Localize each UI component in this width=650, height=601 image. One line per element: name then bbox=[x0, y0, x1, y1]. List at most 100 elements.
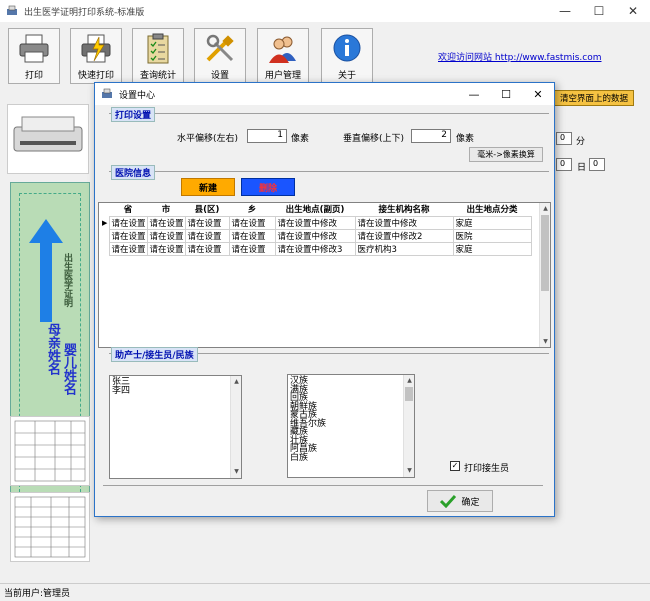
horizontal-offset-label: 水平偏移(左右) bbox=[177, 134, 239, 144]
list-item[interactable]: 汉族 bbox=[290, 377, 412, 386]
grid-scrollbar[interactable]: ▲ ▼ bbox=[539, 203, 550, 347]
list-item[interactable]: 阿昌族 bbox=[290, 445, 412, 454]
vertical-offset-input[interactable]: 2 bbox=[411, 129, 451, 143]
up-arrow-icon bbox=[29, 219, 63, 243]
table-cell[interactable]: 家庭 bbox=[452, 241, 532, 256]
table-cell[interactable]: 请在设置 bbox=[108, 228, 148, 243]
col-institution[interactable]: 接生机构名称 bbox=[355, 203, 453, 216]
table-cell[interactable]: 请在设置 bbox=[146, 215, 186, 230]
hospital-grid[interactable]: 省 市 县(区) 乡 出生地点(副页) 接生机构名称 出生地点分类 ▶ 请在设置… bbox=[98, 202, 551, 348]
settings-dialog: 设置中心 — ☐ ✕ 打印设置 水平偏移(左右) 1 像素 垂直偏移(上下) 2… bbox=[94, 82, 555, 517]
clear-data-button[interactable]: 清空界面上的数据 bbox=[554, 90, 634, 106]
table-cell[interactable]: 请在设置 bbox=[228, 215, 276, 230]
list-item[interactable]: 张三 bbox=[112, 378, 239, 387]
close-button[interactable]: ✕ bbox=[616, 0, 650, 22]
print-button[interactable]: 打印 bbox=[8, 28, 60, 84]
dialog-maximize-button[interactable]: ☐ bbox=[490, 83, 522, 105]
extra-field[interactable]: 0 bbox=[589, 158, 605, 171]
table-cell[interactable]: 请在设置 bbox=[228, 228, 276, 243]
website-link[interactable]: 欢迎访问网站 http://www.fastmis.com bbox=[438, 50, 602, 63]
scroll-up-icon[interactable]: ▲ bbox=[540, 205, 550, 212]
minimize-button[interactable]: — bbox=[548, 0, 582, 22]
print-settings-group: 打印设置 bbox=[109, 107, 549, 122]
preview-strip: 出生医学证明 婴儿姓名 母亲姓名 bbox=[4, 104, 90, 564]
table-cell[interactable]: 请在设置 bbox=[184, 241, 230, 256]
table-cell[interactable]: 请在设置 bbox=[228, 241, 276, 256]
list-item[interactable]: 满族 bbox=[290, 385, 412, 395]
status-bar: 当前用户:管理员 bbox=[0, 583, 650, 601]
printer-icon bbox=[19, 34, 49, 63]
midwife-group: 助产士/接生员/民族 bbox=[109, 347, 549, 362]
col-birthplace[interactable]: 出生地点(副页) bbox=[275, 203, 355, 216]
table-cell[interactable]: 请在设置中修改3 bbox=[274, 241, 356, 256]
query-stats-label: 查询统计 bbox=[139, 71, 176, 81]
dialog-minimize-button[interactable]: — bbox=[458, 83, 490, 105]
scroll-up-icon[interactable]: ▲ bbox=[404, 377, 414, 386]
dialog-close-button[interactable]: ✕ bbox=[522, 83, 554, 105]
scrollbar-thumb[interactable] bbox=[405, 387, 413, 401]
col-county[interactable]: 县(区) bbox=[185, 203, 229, 216]
dot-matrix-printer-icon bbox=[13, 116, 83, 152]
query-stats-button[interactable]: 查询统计 bbox=[132, 28, 184, 84]
table-cell[interactable]: 请在设置中修改 bbox=[274, 228, 356, 243]
col-province[interactable]: 省 bbox=[109, 203, 147, 216]
table-cell[interactable]: 请在设置中修改2 bbox=[354, 228, 454, 243]
print-midwife-checkbox[interactable]: ✓ bbox=[450, 461, 460, 471]
table-row[interactable]: 请在设置 请在设置 请在设置 请在设置 请在设置中修改 请在设置中修改2 医院 bbox=[99, 228, 532, 243]
table-row[interactable]: 请在设置 请在设置 请在设置 请在设置 请在设置中修改3 医疗机构3 家庭 bbox=[99, 241, 532, 256]
mm-to-pixel-button[interactable]: 毫米->像素换算 bbox=[469, 147, 543, 162]
delete-hospital-button[interactable]: 删除 bbox=[241, 178, 295, 196]
table-cell[interactable]: 请在设置 bbox=[146, 228, 186, 243]
form-thumbnail-2 bbox=[10, 492, 90, 562]
col-township[interactable]: 乡 bbox=[229, 203, 275, 216]
list-item[interactable]: 李四 bbox=[112, 386, 239, 396]
fast-print-button[interactable]: 快速打印 bbox=[70, 28, 122, 84]
current-row-icon: ▶ bbox=[102, 218, 108, 227]
table-cell[interactable]: 医疗机构3 bbox=[354, 241, 454, 256]
users-icon bbox=[269, 36, 296, 63]
table-cell[interactable]: 请在设置 bbox=[184, 228, 230, 243]
table-cell[interactable]: 家庭 bbox=[452, 215, 532, 230]
table-cell[interactable]: 请在设置 bbox=[108, 241, 148, 256]
table-cell[interactable]: 请在设置 bbox=[184, 215, 230, 230]
print-label: 打印 bbox=[24, 71, 43, 81]
settings-button[interactable]: 设置 bbox=[194, 28, 246, 84]
ethnicity-scrollbar[interactable]: ▲ ▼ bbox=[403, 375, 414, 477]
scroll-down-icon[interactable]: ▼ bbox=[231, 468, 241, 477]
minute-field[interactable]: 0 bbox=[556, 132, 572, 145]
ok-button[interactable]: 确定 bbox=[427, 490, 493, 512]
vertical-offset-label: 垂直偏移(上下) bbox=[343, 134, 405, 144]
col-birthplace-type[interactable]: 出生地点分类 bbox=[453, 203, 531, 216]
checkmark-icon bbox=[440, 494, 457, 508]
about-button[interactable]: 关于 bbox=[321, 28, 373, 84]
app-logo-icon bbox=[7, 5, 17, 15]
table-cell[interactable]: 请在设置 bbox=[108, 215, 148, 230]
table-cell[interactable]: 请在设置中修改 bbox=[354, 215, 454, 230]
form-grid-icon-2 bbox=[14, 496, 86, 558]
scroll-down-icon[interactable]: ▼ bbox=[404, 467, 414, 476]
vertical-unit-label: 像素 bbox=[456, 134, 475, 144]
table-row[interactable]: ▶ 请在设置 请在设置 请在设置 请在设置 请在设置中修改 请在设置中修改 家庭 bbox=[99, 215, 532, 230]
print-midwife-label: 打印接生员 bbox=[464, 464, 510, 474]
scroll-down-icon[interactable]: ▼ bbox=[540, 338, 550, 345]
ok-label: 确定 bbox=[461, 497, 480, 508]
table-cell[interactable]: 医院 bbox=[452, 228, 532, 243]
list-item[interactable]: 白族 bbox=[290, 453, 412, 463]
midwife-list[interactable]: 张三 李四 ▲ ▼ bbox=[109, 375, 242, 479]
list-item[interactable]: 藏族 bbox=[290, 428, 412, 437]
horizontal-offset-input[interactable]: 1 bbox=[247, 129, 287, 143]
scrollbar-thumb[interactable] bbox=[541, 215, 549, 291]
table-cell[interactable]: 请在设置 bbox=[146, 241, 186, 256]
ethnicity-list[interactable]: 汉族 满族 回族 朝鲜族 蒙古族 维吾尔族 藏族 壮族 阿昌族 白族 ▲ ▼ bbox=[287, 374, 415, 478]
table-cell[interactable]: 请在设置中修改 bbox=[274, 215, 356, 230]
list-item[interactable]: 维吾尔族 bbox=[290, 419, 412, 429]
maximize-button[interactable]: ☐ bbox=[582, 0, 616, 22]
scroll-up-icon[interactable]: ▲ bbox=[231, 378, 241, 387]
day-field[interactable]: 0 bbox=[556, 158, 572, 171]
midwife-scrollbar[interactable]: ▲ ▼ bbox=[230, 376, 241, 478]
col-city[interactable]: 市 bbox=[147, 203, 185, 216]
form-grid-icon bbox=[14, 420, 86, 482]
info-icon bbox=[333, 34, 361, 62]
user-management-button[interactable]: 用户管理 bbox=[257, 28, 309, 84]
new-hospital-button[interactable]: 新建 bbox=[181, 178, 235, 196]
